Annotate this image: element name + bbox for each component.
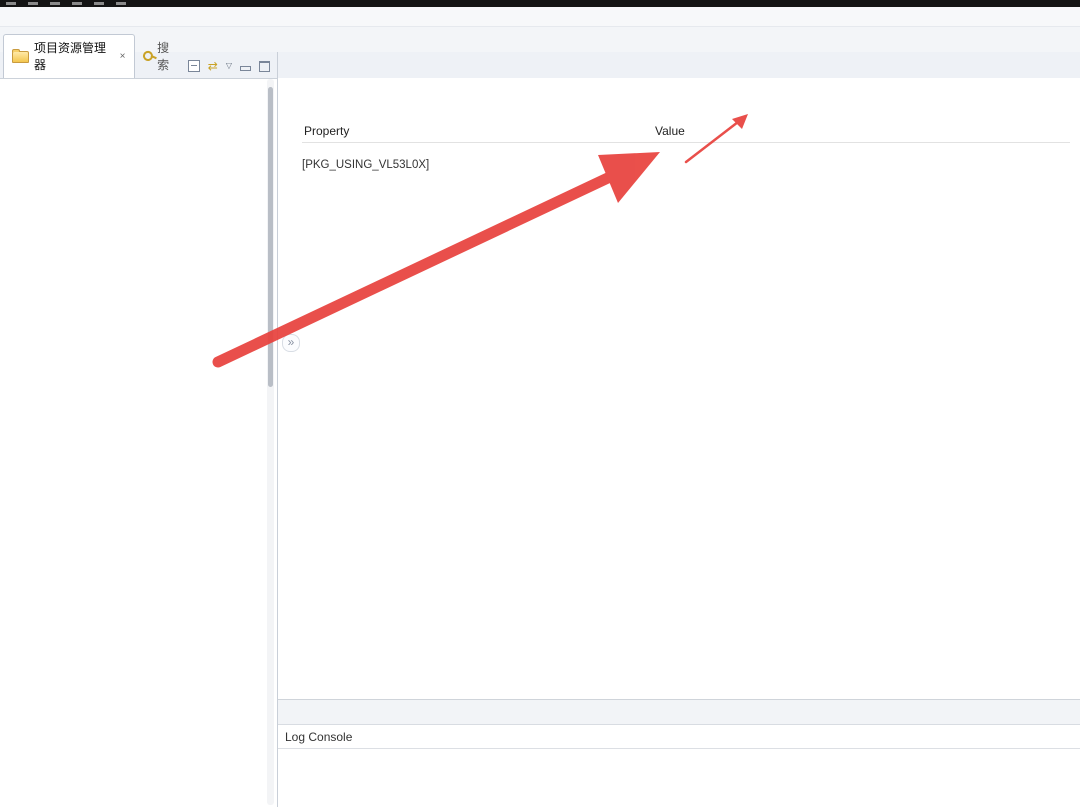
view-menu-icon[interactable]: ▽ <box>226 61 232 71</box>
tab-project-explorer[interactable]: 项目资源管理器 × <box>3 34 135 78</box>
table-header: Property Value <box>302 120 1070 143</box>
tree-scrollbar-thumb[interactable] <box>268 87 273 387</box>
menu-bar <box>0 7 1080 27</box>
packages-table: Property Value [PKG_USING_VL53L0X] <box>302 120 1070 171</box>
project-explorer-icon <box>12 51 29 63</box>
restore-panel-button[interactable]: » <box>282 334 300 352</box>
settings-tab-strip <box>302 84 1078 114</box>
tab-search[interactable]: 搜索 <box>135 35 188 78</box>
collapse-all-icon[interactable] <box>188 60 200 72</box>
console-panel: Log Console <box>278 699 1080 807</box>
maximize-icon[interactable] <box>259 61 270 72</box>
editor-tab-strip <box>278 52 1080 79</box>
value-header: Value <box>655 124 685 138</box>
search-wrench-icon <box>141 50 153 63</box>
config-macro-note: [PKG_USING_VL53L0X] <box>302 159 1070 171</box>
settings-editor: » Property Value [PKG_USING_VL53L0X] <box>278 78 1080 700</box>
console-tab-strip <box>278 700 1080 725</box>
main-area: 项目资源管理器 × 搜索 ⇄ ▽ <box>0 52 1080 807</box>
minimize-icon[interactable] <box>240 66 251 71</box>
project-explorer-panel: 项目资源管理器 × 搜索 ⇄ ▽ <box>0 52 278 807</box>
console-title: Log Console <box>278 725 1080 749</box>
project-tree <box>0 79 265 807</box>
explorer-tab-strip: 项目资源管理器 × 搜索 ⇄ ▽ <box>0 52 277 79</box>
editor-area: » Property Value [PKG_USING_VL53L0X] L <box>278 52 1080 807</box>
property-header: Property <box>302 124 655 138</box>
ide-window: 项目资源管理器 × 搜索 ⇄ ▽ <box>0 0 1080 807</box>
tree-scrollbar[interactable] <box>267 79 274 805</box>
search-tab-label: 搜索 <box>157 39 180 73</box>
window-titlebar <box>0 0 1080 7</box>
close-icon[interactable]: × <box>120 51 126 62</box>
link-with-editor-icon[interactable]: ⇄ <box>208 61 218 71</box>
project-explorer-tab-label: 项目资源管理器 <box>34 39 113 73</box>
explorer-toolbar: ⇄ ▽ <box>188 60 277 78</box>
